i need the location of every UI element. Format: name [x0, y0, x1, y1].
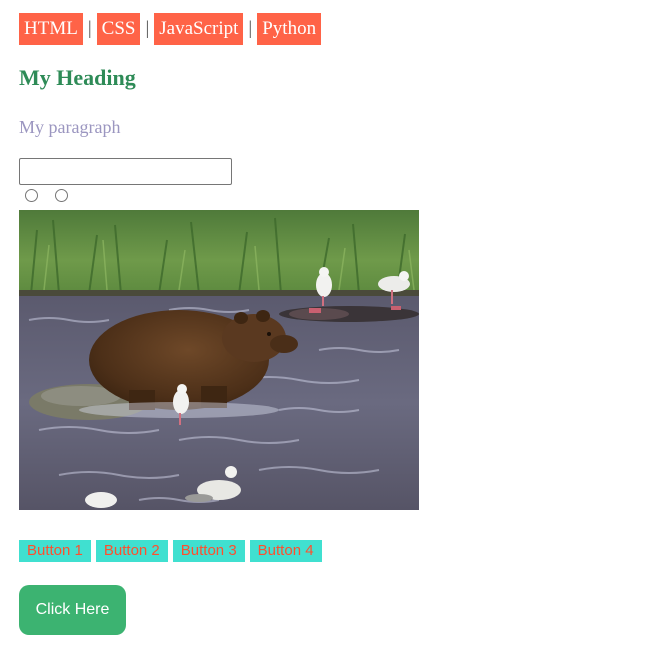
nav-link-javascript[interactable]: JavaScript	[154, 13, 244, 45]
nav-link-python[interactable]: Python	[257, 13, 322, 45]
nav-link-html[interactable]: HTML	[19, 13, 83, 45]
button-1[interactable]: Button 1	[19, 540, 91, 562]
page-paragraph: My paragraph	[19, 117, 121, 137]
button-3[interactable]: Button 3	[172, 540, 245, 562]
nav-separator: |	[248, 18, 253, 39]
radio-group	[25, 189, 68, 202]
nav-separator: |	[87, 18, 92, 39]
text-input[interactable]	[19, 158, 232, 185]
radio-option-1[interactable]	[25, 189, 38, 202]
button-2[interactable]: Button 2	[95, 540, 168, 562]
button-row: Button 1 Button 2 Button 3 Button 4	[19, 540, 322, 562]
nav-separator: |	[145, 18, 150, 39]
button-4[interactable]: Button 4	[249, 540, 322, 562]
bear-river-image	[19, 210, 419, 510]
page-heading: My Heading	[19, 65, 136, 90]
top-nav: HTML | CSS | JavaScript | Python	[19, 13, 322, 45]
radio-option-2[interactable]	[55, 189, 68, 202]
nav-link-css[interactable]: CSS	[96, 13, 141, 45]
click-here-button[interactable]: Click Here	[19, 585, 126, 635]
